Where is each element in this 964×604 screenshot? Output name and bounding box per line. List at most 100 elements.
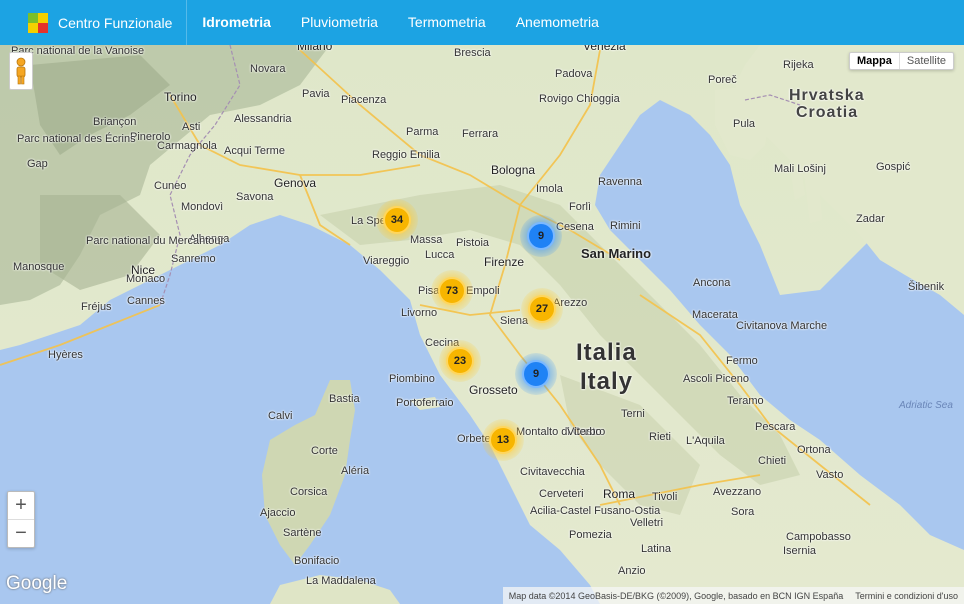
label-sibenik: Šibenik xyxy=(908,281,945,293)
label-maddalena: La Maddalena xyxy=(306,575,376,587)
label-latina: Latina xyxy=(641,543,671,555)
zoom-out-button[interactable]: − xyxy=(8,519,34,547)
cluster-count: 27 xyxy=(528,295,556,323)
station-cluster[interactable]: 73 xyxy=(431,270,473,312)
label-rijeka: Rijeka xyxy=(783,59,814,71)
label-zadar: Zadar xyxy=(856,213,885,225)
label-pescara: Pescara xyxy=(755,421,796,433)
tab-pluviometria[interactable]: Pluviometria xyxy=(286,0,393,45)
brand[interactable]: Centro Funzionale xyxy=(0,0,188,45)
map-type-control: Mappa Satellite xyxy=(849,52,954,70)
label-corsica: Corsica xyxy=(290,486,328,498)
label-ajaccio: Ajaccio xyxy=(260,507,296,519)
label-porec: Poreč xyxy=(708,74,737,86)
zoom-control: + − xyxy=(7,491,35,548)
label-mondovi: Mondovì xyxy=(181,201,224,213)
label-fermo: Fermo xyxy=(726,355,758,367)
label-forli: Forlì xyxy=(569,201,591,213)
label-pula: Pula xyxy=(733,118,756,130)
label-torino: Torino xyxy=(164,90,197,104)
label-gospic: Gospić xyxy=(876,161,911,173)
label-ravenna: Ravenna xyxy=(598,176,643,188)
label-cuneo: Cuneo xyxy=(154,180,187,192)
label-rovigo: Rovigo Chioggia xyxy=(539,93,620,105)
label-asti: Asti xyxy=(182,121,201,133)
label-campobasso: Campobasso xyxy=(786,531,851,543)
zoom-in-button[interactable]: + xyxy=(8,492,34,519)
label-ferrara: Ferrara xyxy=(462,128,499,140)
label-bonifacio: Bonifacio xyxy=(294,555,340,567)
label-vasto: Vasto xyxy=(816,469,844,481)
label-isernia: Isernia xyxy=(783,545,817,557)
station-cluster[interactable]: 13 xyxy=(482,419,524,461)
label-ancona: Ancona xyxy=(693,277,731,289)
label-sanremo: Sanremo xyxy=(171,253,216,265)
label-croatia: Croatia xyxy=(796,104,859,121)
label-ecrins: Parc national des Écrins xyxy=(17,133,136,145)
map-type-satellite-button[interactable]: Satellite xyxy=(900,53,953,69)
label-livorno: Livorno xyxy=(401,307,438,319)
label-acqui: Acqui Terme xyxy=(224,145,285,157)
label-portoferraio: Portoferraio xyxy=(396,397,454,409)
map-attribution: Map data ©2014 GeoBasis-DE/BKG (©2009), … xyxy=(502,587,964,604)
label-bologna: Bologna xyxy=(491,163,536,177)
label-venezia: Venezia xyxy=(583,45,626,53)
station-cluster[interactable]: 23 xyxy=(439,340,481,382)
label-gap: Gap xyxy=(27,158,48,170)
label-cerveteri: Cerveteri xyxy=(539,488,584,500)
label-piombino: Piombino xyxy=(389,373,435,385)
tab-idrometria[interactable]: Idrometria xyxy=(187,0,285,45)
cluster-count: 73 xyxy=(438,277,466,305)
label-cesena: Cesena xyxy=(556,221,594,233)
label-alessandria: Alessandria xyxy=(234,113,292,125)
label-genova: Genova xyxy=(274,176,317,190)
pegman-street-view-icon[interactable] xyxy=(9,52,33,90)
cluster-count: 9 xyxy=(522,360,550,388)
label-novara: Novara xyxy=(250,63,286,75)
label-imola: Imola xyxy=(536,183,563,195)
label-losinj: Mali Lošinj xyxy=(774,163,826,175)
label-viareggio: Viareggio xyxy=(363,255,410,267)
label-viterbo: Viterbo xyxy=(567,426,602,438)
tab-anemometria[interactable]: Anemometria xyxy=(501,0,614,45)
tab-termometria[interactable]: Termometria xyxy=(393,0,501,45)
label-calvi: Calvi xyxy=(268,410,293,422)
map-type-map-button[interactable]: Mappa xyxy=(850,53,900,69)
label-mercantour: Parc national du Mercantour xyxy=(86,235,225,247)
label-macerata: Macerata xyxy=(692,309,738,321)
label-grosseto: Grosseto xyxy=(469,383,518,397)
label-roma: Roma xyxy=(603,487,636,501)
station-cluster[interactable]: 9 xyxy=(515,353,557,395)
label-hyeres: Hyères xyxy=(48,349,83,361)
label-frejus: Fréjus xyxy=(81,301,112,313)
top-navbar: Centro Funzionale Idrometria Pluviometri… xyxy=(0,0,964,45)
label-briancon: Briançon xyxy=(93,116,137,128)
brand-title: Centro Funzionale xyxy=(58,14,173,31)
label-velletri: Velletri xyxy=(630,517,664,529)
google-logo: Google xyxy=(6,573,68,594)
label-hrvatska: Hrvatska xyxy=(789,87,865,104)
label-reggio: Reggio Emilia xyxy=(372,149,440,161)
cluster-count: 23 xyxy=(446,347,474,375)
label-avezzano: Avezzano xyxy=(713,486,762,498)
label-laquila: L'Aquila xyxy=(686,435,725,447)
label-rimini: Rimini xyxy=(610,220,641,232)
label-tivoli: Tivoli xyxy=(652,491,678,503)
label-italia: Italia xyxy=(576,339,637,366)
label-massa: Massa xyxy=(410,234,443,246)
label-terni: Terni xyxy=(621,408,645,420)
map-canvas[interactable]: Milano Venezia Novara Brescia Padova Rij… xyxy=(0,45,964,604)
label-civitanova: Civitanova Marche xyxy=(736,320,828,332)
label-italy: Italy xyxy=(580,368,634,395)
label-aleria: Aléria xyxy=(341,465,370,477)
label-pistoia: Pistoia xyxy=(456,237,490,249)
attribution-text: Map data ©2014 GeoBasis-DE/BKG (©2009), … xyxy=(508,590,844,601)
station-cluster[interactable]: 27 xyxy=(521,288,563,330)
brand-logo-icon xyxy=(28,12,48,33)
station-cluster[interactable]: 9 xyxy=(520,215,562,257)
label-pavia: Pavia xyxy=(302,88,330,100)
station-cluster[interactable]: 34 xyxy=(376,199,418,241)
terms-link[interactable]: Termini e condizioni d'uso xyxy=(855,591,958,601)
label-sartene: Sartène xyxy=(283,527,322,539)
label-piacenza: Piacenza xyxy=(341,94,387,106)
